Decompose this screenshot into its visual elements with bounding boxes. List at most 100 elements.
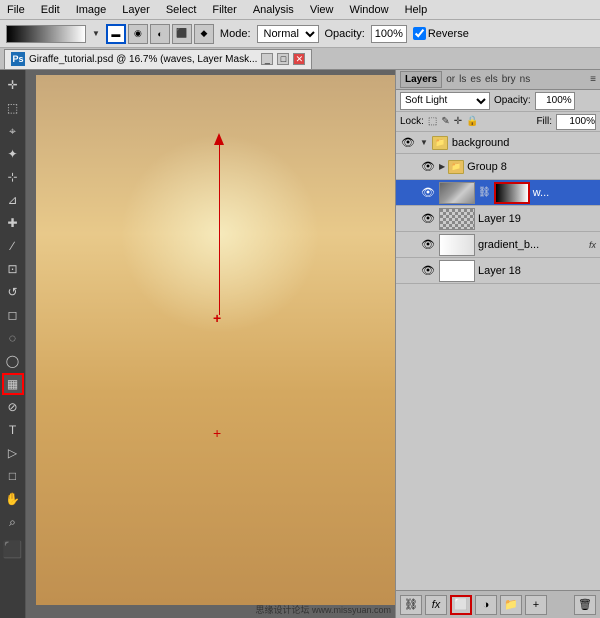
new-group-btn[interactable]: 📁 <box>500 595 522 615</box>
blend-mode-select[interactable]: Soft Light Normal Multiply Screen <box>400 92 490 110</box>
panel-tab-bry[interactable]: bry <box>502 74 516 85</box>
lock-position-icon[interactable]: ✛ <box>454 116 462 127</box>
menu-file[interactable]: File <box>4 4 28 16</box>
layer-group8-name: Group 8 <box>467 161 596 173</box>
layer-19-name: Layer 19 <box>478 213 596 225</box>
gradient-angle-btn[interactable]: ◐ <box>150 24 170 44</box>
blur-tool[interactable]: ◌ <box>2 327 24 349</box>
mode-select[interactable]: Normal <box>257 25 319 43</box>
gradient-reflected-btn[interactable]: ⬛ <box>172 24 192 44</box>
gradient-radial-btn[interactable]: ◉ <box>128 24 148 44</box>
lasso-tool[interactable]: ⌖ <box>2 120 24 142</box>
layer-18[interactable]: 👁 Layer 18 <box>396 258 600 284</box>
gradient-tool[interactable]: ▦ <box>2 373 24 395</box>
hand-tool[interactable]: ✋ <box>2 488 24 510</box>
menu-image[interactable]: Image <box>73 4 110 16</box>
gradient-linear-btn[interactable]: ▬ <box>106 24 126 44</box>
foreground-background-colors[interactable]: ⬛ <box>2 539 24 561</box>
fill-input[interactable] <box>556 114 596 130</box>
menu-layer[interactable]: Layer <box>119 4 153 16</box>
opacity-label: Opacity: <box>325 28 365 40</box>
layer-waves-name: w... <box>533 187 596 199</box>
layer-waves-mask[interactable] <box>494 182 530 204</box>
mode-label: Mode: <box>220 28 251 40</box>
eraser-tool[interactable]: ◻ <box>2 304 24 326</box>
menu-edit[interactable]: Edit <box>38 4 63 16</box>
tab-maximize-btn[interactable]: □ <box>277 53 289 65</box>
new-layer-btn[interactable]: + <box>525 595 547 615</box>
layer-19[interactable]: 👁 Layer 19 <box>396 206 600 232</box>
layers-bottom-bar: ⛓ fx ⬜ ◑ 📁 + 🗑 <box>396 590 600 618</box>
menu-bar: File Edit Image Layer Select Filter Anal… <box>0 0 600 20</box>
canvas-document[interactable]: + + <box>36 75 395 605</box>
menu-help[interactable]: Help <box>402 4 431 16</box>
layer-18-name: Layer 18 <box>478 265 596 277</box>
link-layers-btn[interactable]: ⛓ <box>400 595 422 615</box>
move-tool[interactable]: ✛ <box>2 74 24 96</box>
gradient-type-group: ▬ ◉ ◐ ⬛ ◆ <box>106 24 214 44</box>
lock-pixels-icon[interactable]: ✎ <box>441 116 449 127</box>
panel-tab-els[interactable]: els <box>485 74 498 85</box>
layer-expand-arrow[interactable]: ▼ <box>420 138 428 147</box>
panel-tab-es[interactable]: es <box>470 74 481 85</box>
layer-eye-group8[interactable]: 👁 <box>420 159 436 175</box>
marquee-tool[interactable]: ⬚ <box>2 97 24 119</box>
layer-eye-18[interactable]: 👁 <box>420 263 436 279</box>
layer-eye-gradient[interactable]: 👁 <box>420 237 436 253</box>
layer-eye-waves[interactable]: 👁 <box>420 185 436 201</box>
dodge-tool[interactable]: ◯ <box>2 350 24 372</box>
brush-tool[interactable]: ∕ <box>2 235 24 257</box>
shape-tool[interactable]: □ <box>2 465 24 487</box>
menu-view[interactable]: View <box>307 4 337 16</box>
history-brush-tool[interactable]: ↺ <box>2 281 24 303</box>
eyedropper-tool[interactable]: ⊿ <box>2 189 24 211</box>
layer-eye-19[interactable]: 👁 <box>420 211 436 227</box>
pen-tool[interactable]: ⊘ <box>2 396 24 418</box>
layer-opacity-label: Opacity: <box>494 95 531 106</box>
zoom-tool[interactable]: ⌕ <box>2 511 24 533</box>
lock-label: Lock: <box>400 116 424 127</box>
delete-layer-btn[interactable]: 🗑 <box>574 595 596 615</box>
crop-tool[interactable]: ⊹ <box>2 166 24 188</box>
layer-style-btn[interactable]: fx <box>425 595 447 615</box>
layer-opacity-input[interactable] <box>535 92 575 110</box>
layer-eye-background[interactable]: 👁 <box>400 135 416 151</box>
panel-tab-channels[interactable]: or <box>446 74 455 85</box>
reverse-checkbox[interactable] <box>413 27 426 40</box>
lock-transparent-icon[interactable]: ⬚ <box>428 116 437 127</box>
menu-filter[interactable]: Filter <box>209 4 239 16</box>
gradient-preview[interactable] <box>6 25 86 43</box>
fill-label: Fill: <box>536 116 552 127</box>
panel-tab-ls[interactable]: ls <box>459 74 466 85</box>
layer-chain-icon: ⛓ <box>478 187 491 198</box>
tab-layers[interactable]: Layers <box>400 71 442 88</box>
layer-background-group[interactable]: 👁 ▼ 📁 background <box>396 132 600 154</box>
tab-minimize-btn[interactable]: _ <box>261 53 273 65</box>
add-mask-btn[interactable]: ⬜ <box>450 595 472 615</box>
opacity-input[interactable] <box>371 25 407 43</box>
mask-gradient-fill <box>496 184 528 202</box>
magic-wand-tool[interactable]: ✦ <box>2 143 24 165</box>
tab-close-btn[interactable]: ✕ <box>293 53 305 65</box>
menu-analysis[interactable]: Analysis <box>250 4 297 16</box>
panel-options-btn[interactable]: ≡ <box>590 74 596 85</box>
layer-group8[interactable]: 👁 ▶ 📁 Group 8 <box>396 154 600 180</box>
cursor-line <box>219 135 220 315</box>
layer-gradient-b[interactable]: 👁 gradient_b... fx <box>396 232 600 258</box>
canvas-area: + + 思缘设计论坛 www.missyuan.com <box>26 70 395 618</box>
document-tab[interactable]: Ps Giraffe_tutorial.psd @ 16.7% (waves, … <box>4 49 312 69</box>
layer-group8-arrow[interactable]: ▶ <box>439 162 445 171</box>
clone-stamp-tool[interactable]: ⊡ <box>2 258 24 280</box>
layer-18-thumbnail <box>439 260 475 282</box>
menu-window[interactable]: Window <box>346 4 391 16</box>
gradient-diamond-btn[interactable]: ◆ <box>194 24 214 44</box>
lock-all-icon[interactable]: 🔒 <box>466 116 478 127</box>
panel-tab-ns[interactable]: ns <box>520 74 531 85</box>
new-fill-layer-btn[interactable]: ◑ <box>475 595 497 615</box>
layer-waves[interactable]: 👁 ⛓ w... <box>396 180 600 206</box>
healing-brush-tool[interactable]: ✚ <box>2 212 24 234</box>
type-tool[interactable]: T <box>2 419 24 441</box>
gradient-dropdown-arrow[interactable]: ▼ <box>92 29 100 38</box>
menu-select[interactable]: Select <box>163 4 200 16</box>
path-selection-tool[interactable]: ▷ <box>2 442 24 464</box>
